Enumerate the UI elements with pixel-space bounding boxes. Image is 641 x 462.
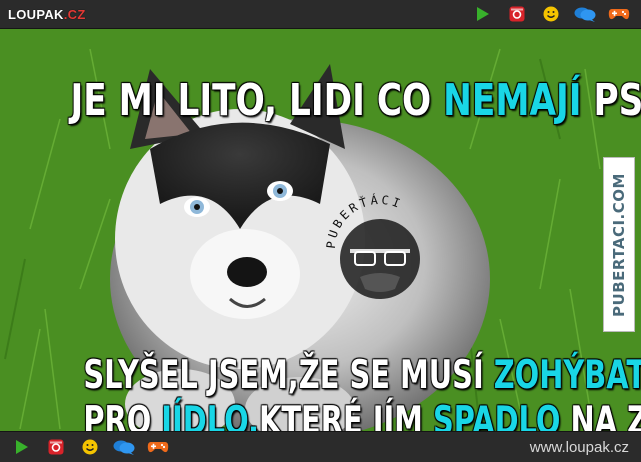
logo-name: LOUPAK	[8, 6, 64, 22]
line-3-text-b: KTERÉ JÍM	[258, 399, 433, 431]
site-url-link[interactable]: www.loupak.cz	[530, 439, 629, 456]
meme-line-2: SLYŠEL JSEM,ŽE SE MUSÍ ZOHÝBAT	[83, 353, 641, 398]
meme-line-3: PRO JÍDLO,KTERÉ JÍM SPADLO NA ZEM	[83, 399, 641, 431]
logo-tld: .CZ	[63, 6, 86, 22]
play-icon[interactable]	[471, 4, 495, 24]
smiley-icon[interactable]	[78, 437, 102, 457]
line-3-highlight-1: JÍDLO,	[161, 399, 259, 431]
pubertaci-side-tab[interactable]: PUBERTACI.COM	[603, 157, 635, 332]
smiley-icon[interactable]	[539, 4, 563, 24]
bottom-bar: www.loupak.cz	[0, 431, 641, 462]
top-bar: LOUPAK.CZ	[0, 0, 641, 29]
chat-icon[interactable]	[573, 4, 597, 24]
bottom-share-icons	[10, 437, 170, 457]
instagram-icon[interactable]	[44, 437, 68, 457]
line-1-text-b: PSA	[593, 75, 641, 126]
top-share-icons	[471, 4, 631, 24]
meme-line-1: JE MI LITO, LIDI CO NEMAJÍ PSA	[71, 79, 641, 123]
line-3-text-c: NA ZEM	[570, 399, 641, 431]
line-3-text-a: PRO	[83, 399, 162, 431]
puberťáci-stamp: PUBERŤÁCI	[315, 179, 445, 309]
line-2-highlight: ZOHÝBAT	[493, 353, 641, 398]
line-1-highlight: NEMAJÍ	[443, 75, 582, 126]
gamepad-icon[interactable]	[607, 4, 631, 24]
instagram-icon[interactable]	[505, 4, 529, 24]
side-tab-label: PUBERTACI.COM	[610, 172, 628, 317]
site-logo[interactable]: LOUPAK.CZ	[8, 7, 86, 22]
play-icon[interactable]	[10, 437, 34, 457]
meme-viewer: LOUPAK.CZ JE MI LITO, LIDI CO NEMAJÍ PS …	[0, 0, 641, 462]
line-2-text-a: SLYŠEL JSEM,ŽE SE MUSÍ	[83, 353, 494, 398]
gamepad-icon[interactable]	[146, 437, 170, 457]
line-1-text-a: JE MI LITO, LIDI CO	[70, 75, 444, 126]
line-3-highlight-2: SPADLO	[432, 399, 561, 431]
meme-image: JE MI LITO, LIDI CO NEMAJÍ PSA PUBERŤÁCI…	[0, 29, 641, 431]
chat-icon[interactable]	[112, 437, 136, 457]
